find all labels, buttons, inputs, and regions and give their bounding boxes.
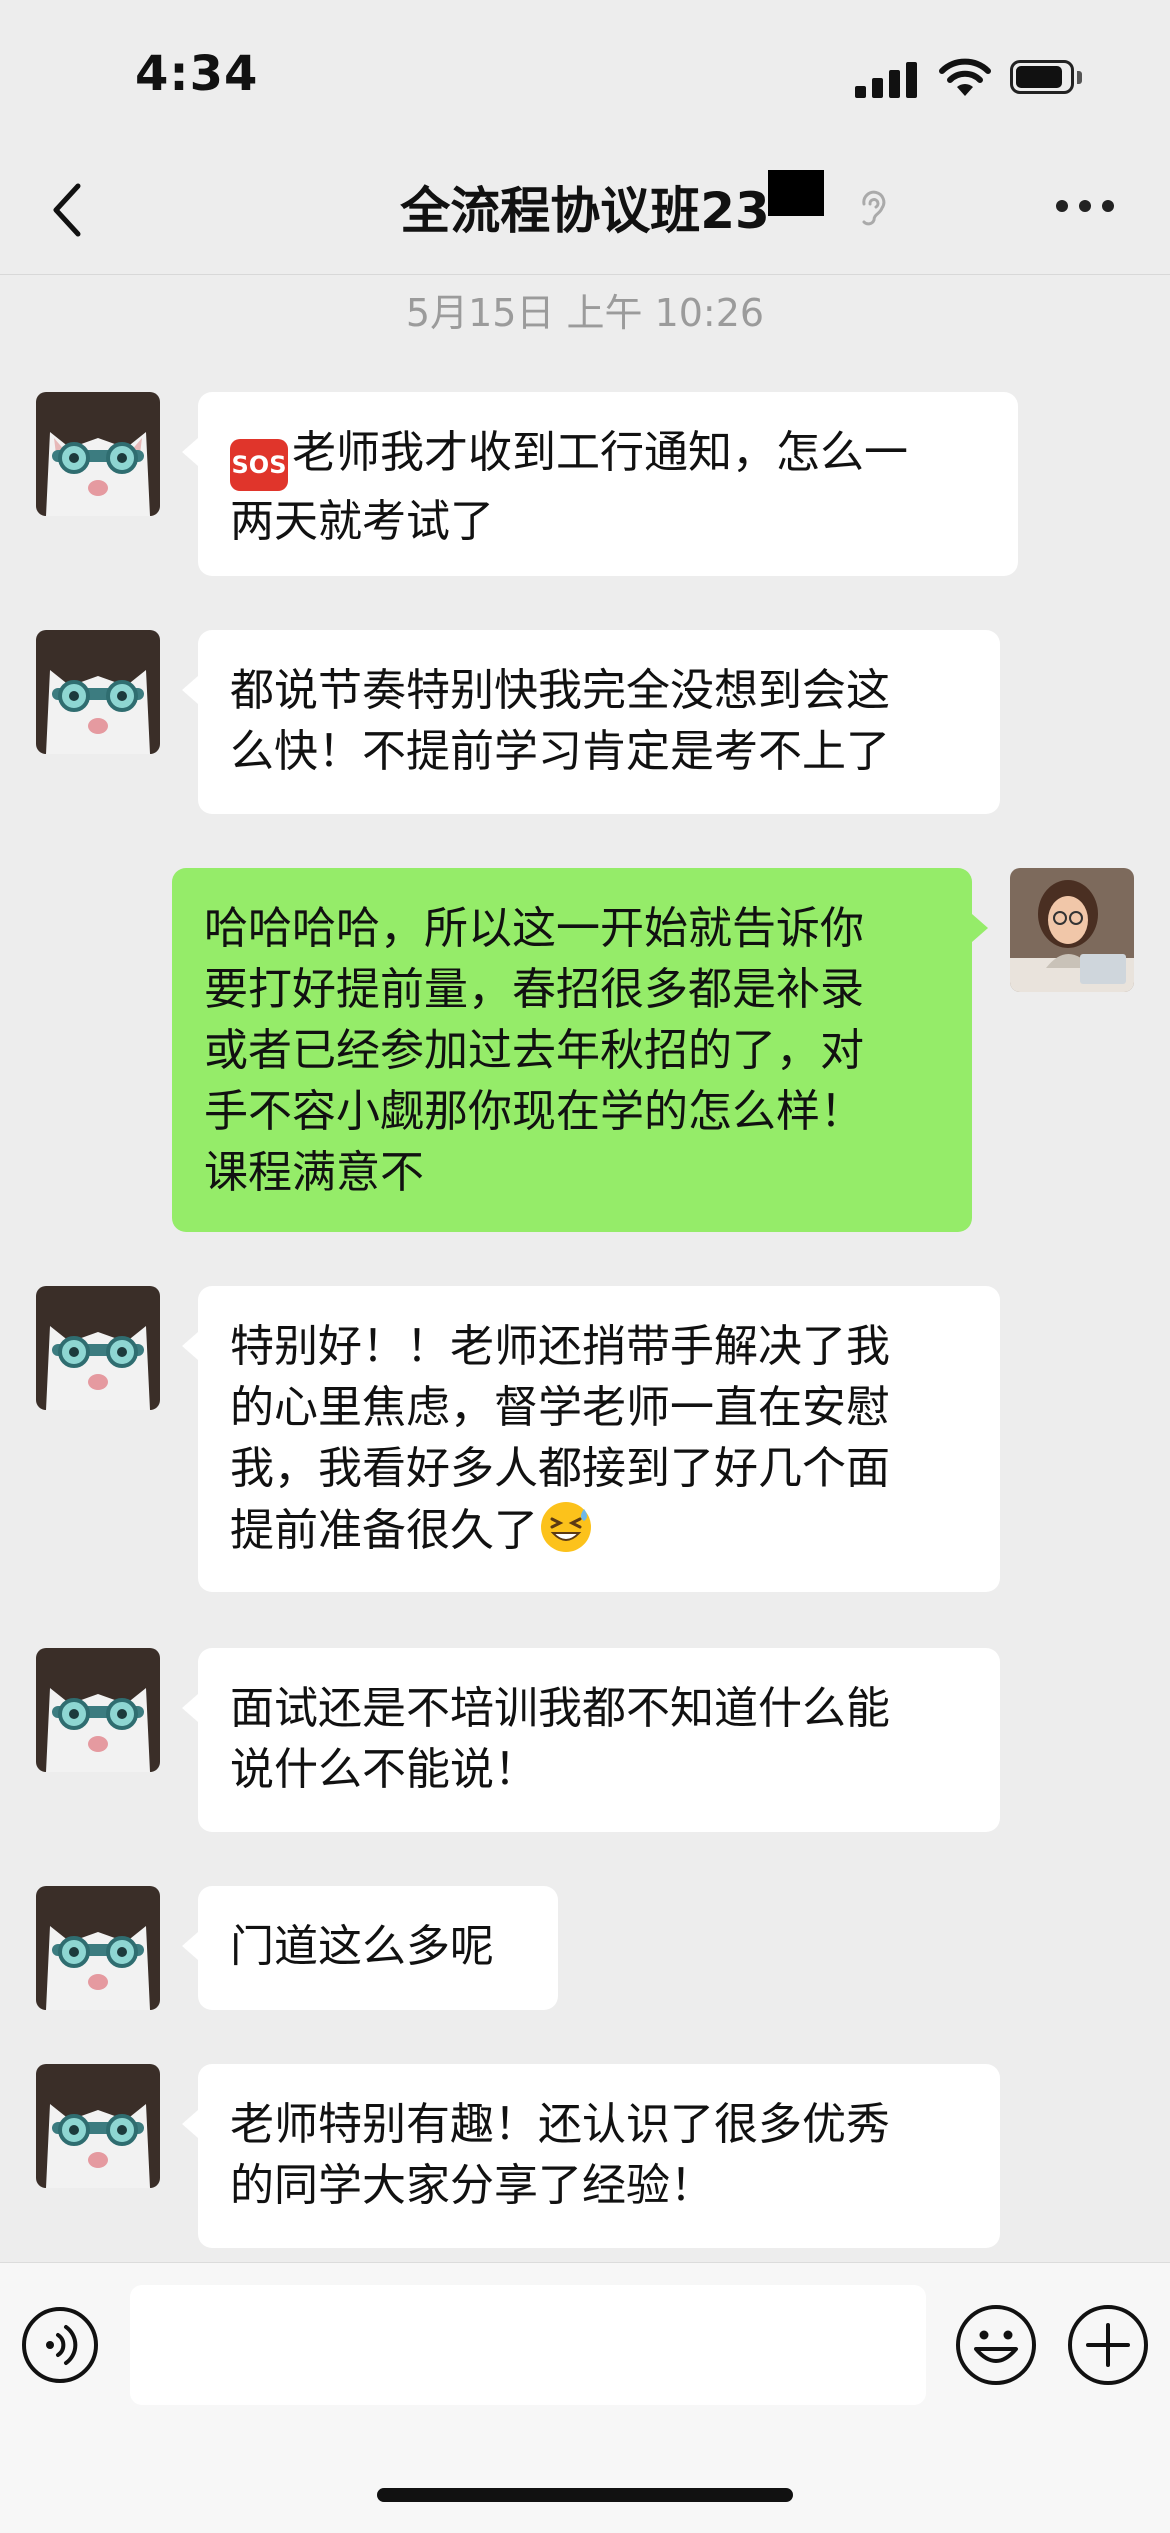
- message-bubble-outgoing[interactable]: 哈哈哈哈，所以这一开始就告诉你 要打好提前量，春招很多都是补录 或者已经参加过去…: [172, 868, 972, 1232]
- cat-avatar[interactable]: [36, 1286, 160, 1410]
- wifi-icon: [939, 58, 991, 96]
- bubble-tail: [182, 1694, 198, 1722]
- chat-timestamp: 5月15日 上午 10:26: [405, 291, 765, 335]
- message-text: 老师我才收到工行通知，怎么一 两天就考试了: [230, 427, 908, 547]
- message-bubble-incoming[interactable]: 面试还是不培训我都不知道什么能 说什么不能说！: [198, 1648, 1000, 1832]
- message-input[interactable]: [130, 2285, 926, 2405]
- grinning-squint-sweat-emoji: [541, 1502, 591, 1552]
- bubble-tail: [182, 676, 198, 704]
- voice-icon[interactable]: [20, 2305, 100, 2385]
- cat-avatar[interactable]: [36, 392, 160, 516]
- bubble-tail: [972, 914, 988, 942]
- message-bubble-incoming[interactable]: 门道这么多呢: [198, 1886, 558, 2010]
- signal-icon: [855, 62, 917, 98]
- message-bubble-incoming[interactable]: 老师特别有趣！还认识了很多优秀 的同学大家分享了经验！: [198, 2064, 1000, 2248]
- cat-avatar[interactable]: [36, 2064, 160, 2188]
- cat-avatar[interactable]: [36, 1648, 160, 1772]
- message-bubble-incoming[interactable]: SOS 老师我才收到工行通知，怎么一 两天就考试了: [198, 392, 1018, 576]
- redaction-block: [768, 170, 824, 216]
- status-time: 4:34: [135, 46, 259, 102]
- cat-avatar[interactable]: [36, 630, 160, 754]
- smiley-icon[interactable]: [954, 2303, 1038, 2387]
- home-indicator[interactable]: [377, 2488, 793, 2502]
- chat-header: 全流程协议班23: [0, 150, 1170, 275]
- user-avatar[interactable]: [1010, 868, 1134, 992]
- plus-icon[interactable]: [1066, 2303, 1150, 2387]
- more-dots-icon[interactable]: [1056, 200, 1114, 214]
- cat-avatar[interactable]: [36, 1886, 160, 2010]
- bubble-tail: [182, 438, 198, 466]
- bubble-tail: [182, 2110, 198, 2138]
- battery-icon: [1010, 60, 1086, 96]
- message-bubble-incoming[interactable]: 特别好！！老师还捎带手解决了我 的心里焦虑，督学老师一直在安慰 我，我看好多人都…: [198, 1286, 1000, 1592]
- ear-icon: [862, 190, 886, 226]
- bubble-tail: [182, 1932, 198, 1960]
- message-bubble-incoming[interactable]: 都说节奏特别快我完全没想到会这 么快！不提前学习肯定是考不上了: [198, 630, 1000, 814]
- bubble-tail: [182, 1332, 198, 1360]
- status-bar: 4:34: [0, 0, 1170, 150]
- sos-emoji: SOS: [230, 439, 288, 491]
- chat-title: 全流程协议班23: [400, 182, 770, 240]
